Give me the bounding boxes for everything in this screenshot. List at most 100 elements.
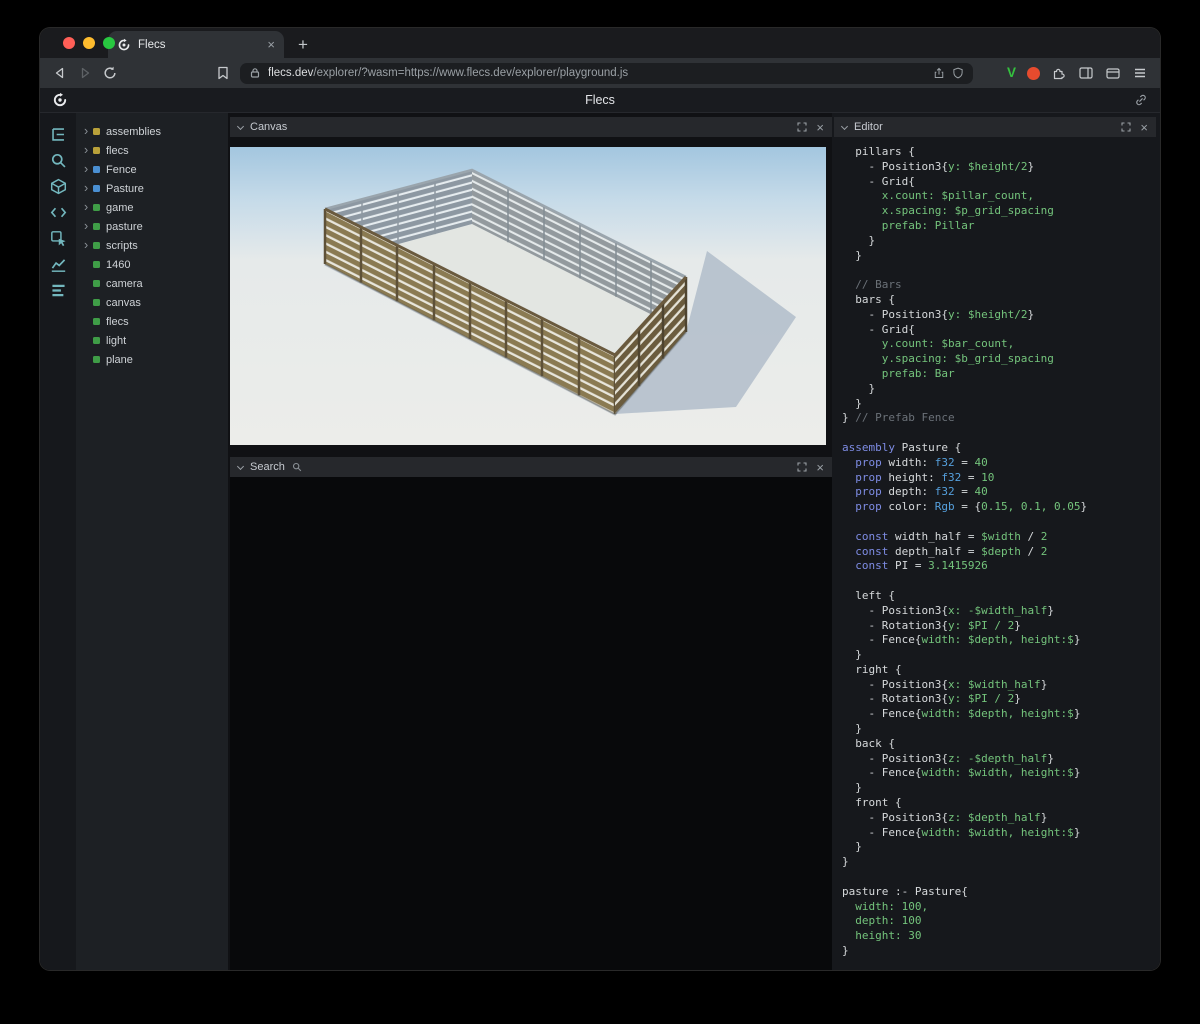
- tree-item-flecs[interactable]: ›flecs: [76, 141, 228, 160]
- window-close-button[interactable]: [63, 37, 75, 49]
- reload-button[interactable]: [102, 65, 118, 81]
- code-line: // Bars: [842, 278, 1156, 293]
- code-line: - Fence{width: $width, height:$}: [842, 766, 1156, 781]
- brave-shield-icon[interactable]: [952, 67, 964, 79]
- tab-close-icon[interactable]: ×: [267, 38, 275, 51]
- canvas-3d-viewport[interactable]: [230, 147, 826, 445]
- entities-cube-icon[interactable]: [50, 178, 67, 195]
- editor-fullscreen-icon[interactable]: [1121, 122, 1131, 132]
- canvas-collapse-chevron-icon[interactable]: [237, 122, 244, 129]
- back-button[interactable]: [52, 65, 68, 81]
- code-line: - Position3{y: $height/2}: [842, 308, 1156, 323]
- menu-icon[interactable]: [1132, 65, 1148, 81]
- inspector-icon[interactable]: [50, 230, 67, 247]
- code-line: - Fence{width: $depth, height:$}: [842, 707, 1156, 722]
- tab-bar: Flecs × +: [40, 28, 1160, 58]
- code-line: }: [842, 648, 1156, 663]
- code-line: prop width: f32 = 40: [842, 456, 1156, 471]
- expand-arrow-icon[interactable]: ›: [84, 163, 93, 176]
- code-line: x.count: $pillar_count,: [842, 189, 1156, 204]
- tree-item-plane[interactable]: plane: [76, 350, 228, 369]
- search-panel-header: Search ×: [230, 457, 832, 477]
- code-line: x.spacing: $p_grid_spacing: [842, 204, 1156, 219]
- entity-color-square: [93, 204, 100, 211]
- canvas-close-icon[interactable]: ×: [816, 121, 824, 134]
- flecs-favicon-icon: [117, 38, 131, 52]
- tree-item-canvas[interactable]: canvas: [76, 293, 228, 312]
- code-line: height: 30: [842, 929, 1156, 944]
- extensions-puzzle-icon[interactable]: [1051, 65, 1067, 81]
- code-line: - Grid{: [842, 175, 1156, 190]
- flecs-logo-icon: [52, 92, 68, 108]
- code-icon[interactable]: [50, 204, 67, 221]
- code-line: }: [842, 234, 1156, 249]
- v-extension-icon[interactable]: V: [1007, 66, 1016, 80]
- window-zoom-button[interactable]: [103, 37, 115, 49]
- code-line: pasture :- Pasture{: [842, 885, 1156, 900]
- code-line: } // Prefab Fence: [842, 411, 1156, 426]
- editor-collapse-chevron-icon[interactable]: [841, 122, 848, 129]
- tree-item-assemblies[interactable]: › assemblies: [76, 122, 228, 141]
- tree-item-light[interactable]: light: [76, 331, 228, 350]
- window-minimize-button[interactable]: [83, 37, 95, 49]
- tree-item-flecs[interactable]: flecs: [76, 312, 228, 331]
- expand-arrow-icon[interactable]: ›: [84, 144, 93, 157]
- canvas-panel-actions: ×: [797, 121, 824, 134]
- url-domain: flecs.dev: [268, 67, 313, 79]
- editor-close-icon[interactable]: ×: [1140, 121, 1148, 134]
- tree-item-game[interactable]: ›game: [76, 198, 228, 217]
- tree-item-label: assemblies: [106, 126, 161, 138]
- browser-toolbar: flecs.dev/explorer/?wasm=https://www.fle…: [40, 58, 1160, 88]
- browser-window: Flecs × + flecs.dev/explorer/?wasm=https…: [40, 28, 1160, 970]
- search-close-icon[interactable]: ×: [816, 461, 824, 474]
- expand-arrow-icon[interactable]: ›: [84, 201, 93, 214]
- tree-item-Fence[interactable]: ›Fence: [76, 160, 228, 179]
- editor-panel-header: Editor ×: [834, 117, 1156, 137]
- code-line: pillars {: [842, 145, 1156, 160]
- tree-item-1460[interactable]: 1460: [76, 255, 228, 274]
- tree-item-pasture[interactable]: ›pasture: [76, 217, 228, 236]
- code-line: front {: [842, 796, 1156, 811]
- code-line: }: [842, 397, 1156, 412]
- stats-icon[interactable]: [50, 282, 67, 299]
- code-line: prefab: Pillar: [842, 219, 1156, 234]
- search-icon[interactable]: [50, 152, 67, 169]
- app-body: ›assemblies›flecs›Fence›Pasture›game›pas…: [40, 113, 1160, 970]
- expand-arrow-icon[interactable]: ›: [84, 239, 93, 252]
- search-panel-actions: ×: [797, 461, 824, 474]
- tree-item-label: scripts: [106, 240, 138, 252]
- tree-item-camera[interactable]: camera: [76, 274, 228, 293]
- share-link-icon[interactable]: [1134, 93, 1148, 107]
- url-bar[interactable]: flecs.dev/explorer/?wasm=https://www.fle…: [240, 63, 973, 84]
- editor-panel: Editor × pillars { - Position3{y: $heigh…: [832, 113, 1160, 970]
- search-collapse-chevron-icon[interactable]: [237, 462, 244, 469]
- expand-arrow-icon[interactable]: ›: [84, 125, 93, 138]
- url-path: /explorer/?wasm=https://www.flecs.dev/ex…: [313, 67, 628, 79]
- forward-button[interactable]: [77, 65, 93, 81]
- chart-icon[interactable]: [50, 256, 67, 273]
- url-text: flecs.dev/explorer/?wasm=https://www.fle…: [268, 67, 926, 79]
- wallet-icon[interactable]: [1105, 65, 1121, 81]
- tree-item-scripts[interactable]: › scripts: [76, 236, 228, 255]
- tree-item-label: flecs: [106, 316, 129, 328]
- search-fullscreen-icon[interactable]: [797, 462, 807, 472]
- code-line: - Position3{x: $width_half}: [842, 678, 1156, 693]
- code-line: - Fence{width: $width, height:$}: [842, 826, 1156, 841]
- code-line: }: [842, 781, 1156, 796]
- code-line: bars {: [842, 293, 1156, 308]
- browser-tab-flecs[interactable]: Flecs ×: [108, 31, 284, 58]
- code-line: depth: 100: [842, 914, 1156, 929]
- tree-item-Pasture[interactable]: ›Pasture: [76, 179, 228, 198]
- canvas-fullscreen-icon[interactable]: [797, 122, 807, 132]
- share-icon[interactable]: [933, 67, 945, 79]
- editor-code[interactable]: pillars { - Position3{y: $height/2} - Gr…: [834, 137, 1156, 970]
- bookmark-icon[interactable]: [215, 65, 231, 81]
- expand-arrow-icon[interactable]: ›: [84, 182, 93, 195]
- app-header: Flecs: [40, 88, 1160, 113]
- entity-tree-icon[interactable]: [50, 126, 67, 143]
- expand-arrow-icon[interactable]: ›: [84, 220, 93, 233]
- tree-item-label: 1460: [106, 259, 130, 271]
- new-tab-button[interactable]: +: [298, 36, 308, 53]
- side-panel-icon[interactable]: [1078, 65, 1094, 81]
- red-extension-icon[interactable]: [1027, 67, 1040, 80]
